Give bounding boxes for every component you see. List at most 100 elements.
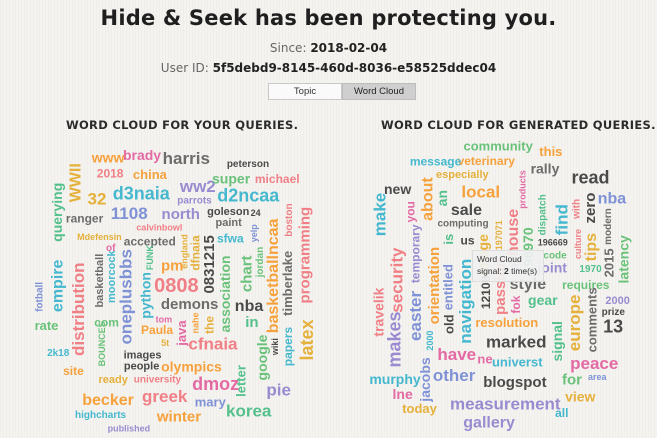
cloud-word[interactable]: pie [266,380,291,399]
cloud-word[interactable]: dfnaia [188,235,202,271]
cloud-word[interactable]: 0831215 [201,235,218,293]
cloud-word[interactable]: veterinary [458,154,516,168]
cloud-word[interactable]: latency [615,235,631,283]
cloud-word[interactable]: zero [582,193,599,224]
cloud-word[interactable]: is [441,234,456,245]
cloud-word[interactable]: nahe [191,312,201,333]
cloud-word[interactable]: read [571,167,609,187]
cloud-word[interactable]: winter [156,409,201,426]
cloud-word[interactable]: olympics [161,359,222,375]
cloud-word[interactable]: moorcock [106,250,118,303]
cloud-word[interactable]: 5t [161,338,169,348]
cloud-word[interactable]: area [588,372,608,382]
cloud-word[interactable]: make [371,193,390,236]
cloud-word[interactable]: demons [161,296,219,313]
cloud-word[interactable]: signal [549,321,565,361]
tab-topic[interactable]: Topic [268,83,342,100]
cloud-word[interactable]: computing [438,218,489,229]
cloud-word[interactable]: ww2 [179,177,216,196]
cloud-word[interactable]: korea [226,402,272,421]
cloud-word[interactable]: rate [35,318,59,333]
cloud-word[interactable]: 32 [88,189,107,208]
cloud-word[interactable]: java [174,320,189,347]
cloud-word[interactable]: querying [49,183,65,242]
cloud-word[interactable]: security [388,247,407,313]
cloud-word[interactable]: ranger [66,212,104,226]
cloud-word[interactable]: ready [98,374,128,386]
cloud-word[interactable]: highcharts [75,410,127,421]
cloud-word[interactable]: ne [477,352,492,367]
cloud-word[interactable]: google [254,334,270,380]
cloud-word[interactable]: timberlake [280,251,295,316]
cloud-word[interactable]: chart [238,255,255,292]
cloud-word[interactable]: us [461,234,475,248]
cloud-word[interactable]: nba [598,191,627,208]
cloud-word[interactable]: message [410,154,462,168]
cloud-word[interactable]: north [162,206,200,223]
cloud-word[interactable]: Paula [141,323,173,337]
cloud-word[interactable]: modern [603,208,614,245]
cloud-word[interactable]: d3naia [113,183,171,203]
cloud-word[interactable]: WWII [67,163,84,202]
cloud-word[interactable]: university [134,374,182,385]
tab-word-cloud[interactable]: Word Cloud [342,83,416,100]
cloud-word[interactable]: association [217,255,233,332]
cloud-word[interactable]: gallery [463,414,515,431]
cloud-word[interactable]: brady [123,147,161,163]
cloud-word[interactable]: sale [451,202,482,219]
cloud-word[interactable]: local [461,182,500,201]
cloud-word[interactable]: programming [297,207,314,304]
cloud-word[interactable]: d2ncaa [217,186,280,206]
cloud-word[interactable]: new [384,181,411,197]
cloud-word[interactable]: jordan [255,247,266,279]
cloud-word[interactable]: nba [235,298,264,315]
cloud-word[interactable]: you [404,201,418,222]
cloud-word[interactable]: letter [233,365,248,397]
cloud-word[interactable]: especially [436,169,489,181]
cloud-word[interactable]: paint [216,217,243,229]
cloud-word[interactable]: gear [528,292,558,308]
cloud-word[interactable]: today [402,401,437,416]
cloud-word[interactable]: becker [82,392,134,409]
cloud-word[interactable]: goleson [207,206,249,218]
cloud-word[interactable]: super [212,171,251,187]
cloud-word[interactable]: cfnaia [188,335,238,354]
cloud-word[interactable]: easter [406,290,425,340]
cloud-word[interactable]: old [441,314,456,334]
cloud-word[interactable]: calvinbowl [136,222,182,232]
cloud-word[interactable]: Mdefensin [77,232,122,242]
cloud-word[interactable]: temporary [409,224,423,283]
cloud-word[interactable]: with [571,199,582,220]
cloud-word[interactable]: 196669 [538,237,568,247]
cloud-word[interactable]: latex [297,319,317,360]
cloud-word[interactable]: marked [486,333,546,352]
cloud-word[interactable]: dispatch [538,194,549,235]
cloud-word[interactable]: greek [142,387,188,406]
cloud-word[interactable]: house [505,209,522,256]
cloud-word[interactable]: this [539,144,562,159]
cloud-word[interactable]: prize [602,307,626,318]
cloud-word[interactable]: michael [255,172,300,186]
cloud-word[interactable]: people [124,361,159,373]
cloud-word[interactable]: 2k18 [47,348,70,359]
cloud-word[interactable]: europe [565,295,584,352]
cloud-word[interactable]: in [245,314,258,331]
cloud-word[interactable]: FUNK [145,245,155,270]
cloud-word[interactable]: harris [163,149,210,168]
cloud-word[interactable]: oneplusbbs [116,249,135,344]
cloud-word[interactable]: blogspot [483,374,546,391]
cloud-word[interactable]: 1970 [579,264,602,275]
cloud-word[interactable]: 13 [603,316,623,336]
cloud-word[interactable]: china [133,167,168,182]
cloud-word[interactable]: wiki [270,338,280,356]
cloud-word[interactable]: tips [583,233,600,262]
cloud-word[interactable]: have [437,345,476,364]
cloud-word[interactable]: for [562,371,582,388]
cloud-word[interactable]: an [434,190,450,206]
cloud-word[interactable]: 2000 [425,331,435,351]
cloud-word[interactable]: dmoz [192,374,239,394]
cloud-word[interactable]: all [555,406,568,420]
cloud-word[interactable]: BOUNCES [97,321,107,366]
cloud-word[interactable]: community [464,139,534,154]
cloud-word[interactable]: mary [195,394,227,409]
